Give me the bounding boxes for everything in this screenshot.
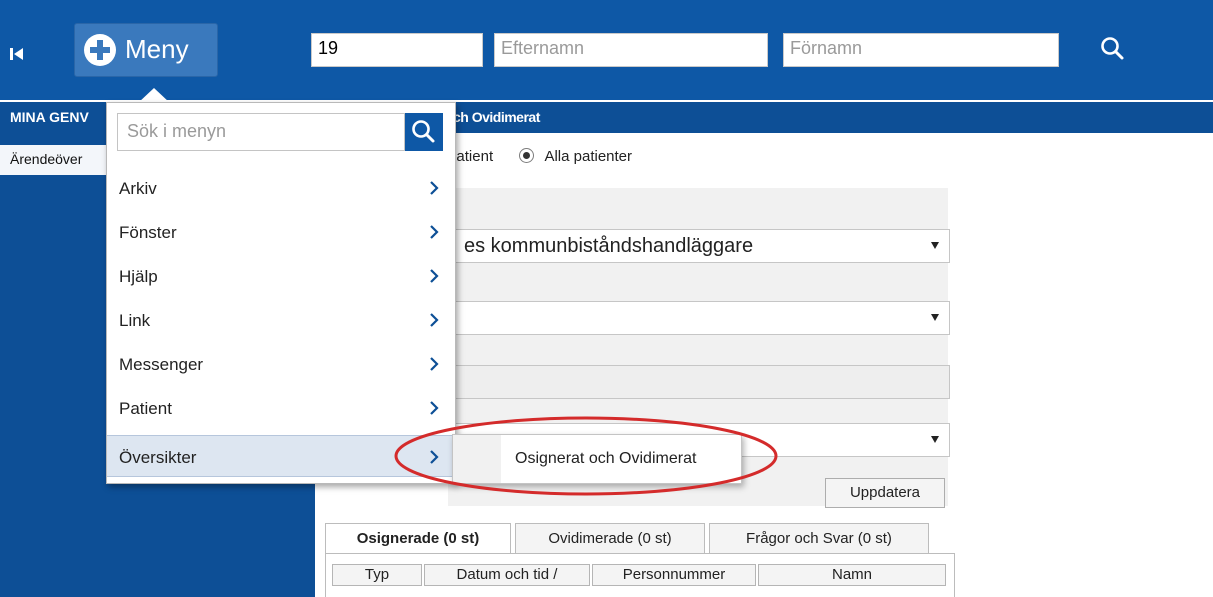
- chevron-down-icon: [931, 242, 939, 249]
- favorites-header: MINA GENV: [10, 109, 89, 125]
- firstname-input[interactable]: Förnamn: [783, 33, 1059, 67]
- menu-pointer: [138, 88, 170, 103]
- chevron-right-icon: [427, 179, 441, 197]
- menu-item-label: Link: [119, 311, 151, 330]
- menu-search-icon[interactable]: [405, 113, 443, 151]
- role-select-value: es kommunbiståndshandläggare: [464, 235, 754, 257]
- second-select[interactable]: [455, 301, 950, 335]
- results-table: Typ Datum och tid / Personnummer Namn: [325, 553, 955, 597]
- column-header-personnummer[interactable]: Personnummer: [592, 564, 756, 586]
- plus-circle-icon: [83, 33, 117, 67]
- collapse-sidebar-icon[interactable]: [6, 42, 30, 66]
- menu-button[interactable]: Meny: [74, 23, 218, 77]
- personnummer-input[interactable]: 19: [311, 33, 483, 67]
- role-select[interactable]: es kommunbiståndshandläggare: [455, 229, 950, 263]
- menu-item-label: Arkiv: [119, 179, 157, 198]
- menu-button-label: Meny: [125, 34, 189, 64]
- update-button[interactable]: Uppdatera: [825, 478, 945, 508]
- top-bar: Meny 19 Efternamn Förnamn: [0, 0, 1213, 100]
- chevron-right-icon: [427, 355, 441, 373]
- menu-item-hjalp[interactable]: Hjälp: [107, 255, 455, 297]
- menu-item-messenger[interactable]: Messenger: [107, 343, 455, 385]
- lastname-input[interactable]: Efternamn: [494, 33, 768, 67]
- tab-ovidimerade[interactable]: Ovidimerade (0 st): [515, 523, 705, 553]
- highlight-ellipse: [394, 416, 778, 496]
- column-header-namn[interactable]: Namn: [758, 564, 946, 586]
- chevron-down-icon: [931, 436, 939, 443]
- menu-item-label: Hjälp: [119, 267, 158, 286]
- view-title: ch Ovidimerat: [453, 109, 540, 125]
- search-icon[interactable]: [1098, 34, 1128, 64]
- menu-item-label: Patient: [119, 399, 172, 418]
- tab-osignerade[interactable]: Osignerade (0 st): [325, 523, 511, 553]
- menu-item-label: Messenger: [119, 355, 204, 374]
- chevron-right-icon: [427, 311, 441, 329]
- menu-item-fonster[interactable]: Fönster: [107, 211, 455, 253]
- chevron-right-icon: [427, 267, 441, 285]
- menu-item-arkiv[interactable]: Arkiv: [107, 167, 455, 209]
- column-header-typ[interactable]: Typ: [332, 564, 422, 586]
- readonly-field: [455, 365, 950, 399]
- menu-item-label: Översikter: [119, 448, 197, 467]
- menu-search-input[interactable]: Sök i menyn: [117, 113, 405, 151]
- chevron-down-icon: [931, 314, 939, 321]
- radio-alla-patienter-label[interactable]: Alla patienter: [544, 148, 632, 165]
- chevron-right-icon: [427, 223, 441, 241]
- column-header-datum[interactable]: Datum och tid /: [424, 564, 590, 586]
- radio-alla-patienter[interactable]: [519, 148, 535, 163]
- menu-item-label: Fönster: [119, 223, 177, 242]
- tab-fragor-och-svar[interactable]: Frågor och Svar (0 st): [709, 523, 929, 553]
- menu-item-link[interactable]: Link: [107, 299, 455, 341]
